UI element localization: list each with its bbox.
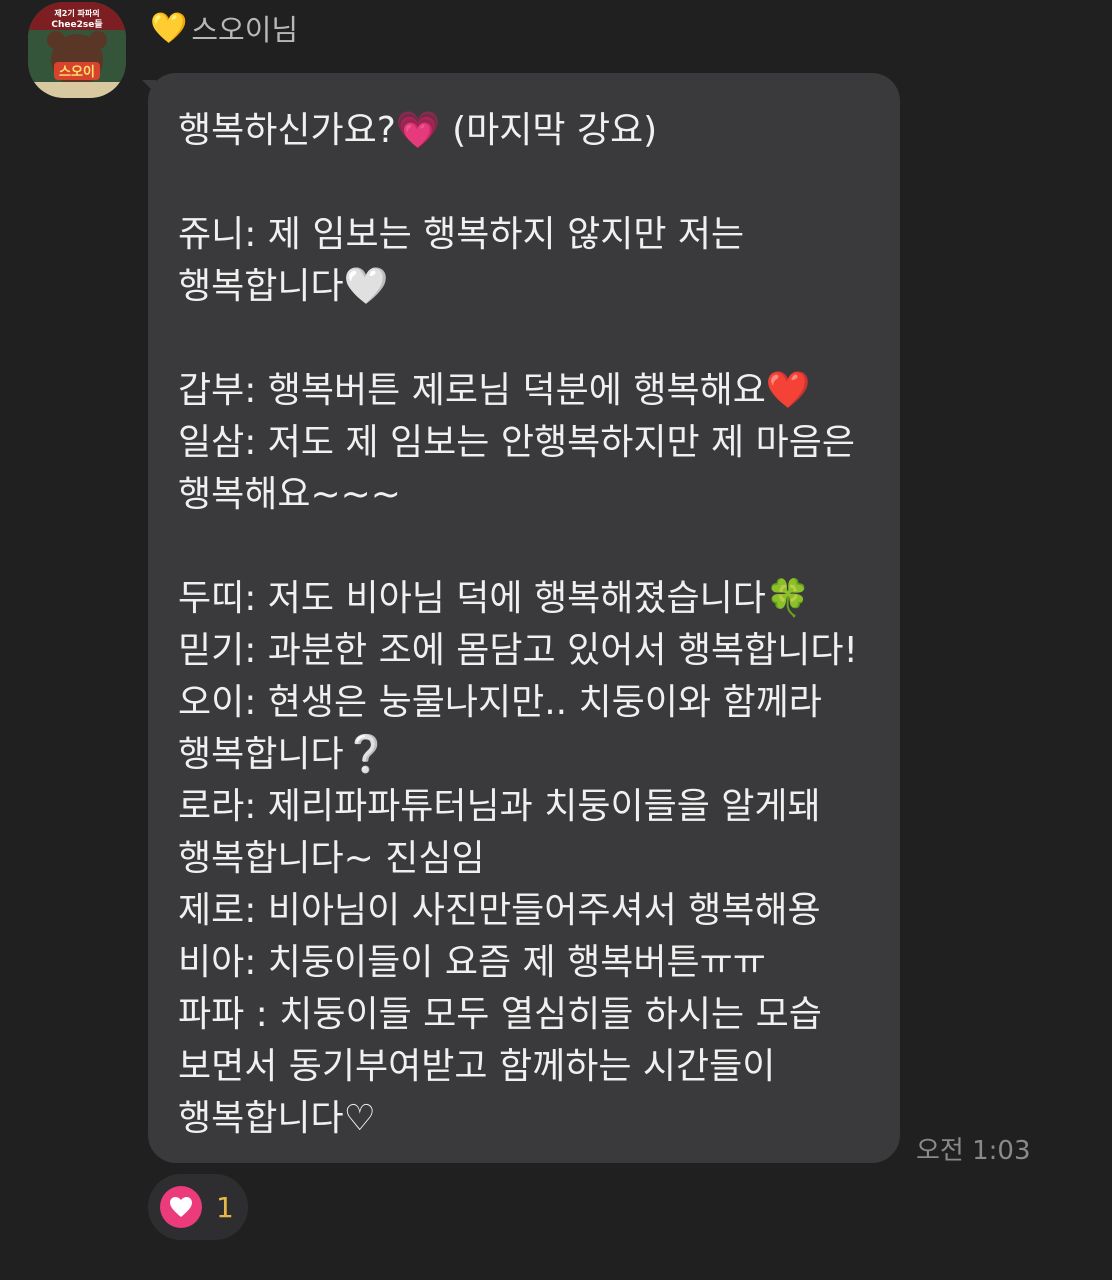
chat-screen: 제2기 파파의 Chee2se들 스오이 💛 스오이님 행복하신가요?💗 (마지… — [0, 0, 1112, 1280]
reaction-count: 1 — [216, 1190, 234, 1224]
sender-header[interactable]: 💛 스오이님 — [150, 6, 298, 50]
sender-name: 스오이님 — [191, 13, 299, 47]
message-timestamp: 오전 1:03 — [916, 1136, 1031, 1166]
reaction-chip[interactable]: 1 — [148, 1174, 248, 1240]
avatar[interactable]: 제2기 파파의 Chee2se들 스오이 — [28, 2, 126, 98]
avatar-line1: 제2기 파파의 — [54, 8, 99, 18]
heart-icon — [160, 1186, 202, 1228]
message-bubble[interactable]: 행복하신가요?💗 (마지막 강요) 쥬니: 제 임보는 행복하지 않지만 저는 … — [148, 73, 900, 1163]
yellow-heart-icon: 💛 — [150, 10, 188, 46]
avatar-line2: Chee2se들 — [51, 19, 102, 30]
avatar-name-tag: 스오이 — [59, 64, 95, 80]
avatar-image: 제2기 파파의 Chee2se들 스오이 — [28, 2, 126, 98]
message-text: 행복하신가요?💗 (마지막 강요) 쥬니: 제 임보는 행복하지 않지만 저는 … — [178, 110, 858, 1139]
